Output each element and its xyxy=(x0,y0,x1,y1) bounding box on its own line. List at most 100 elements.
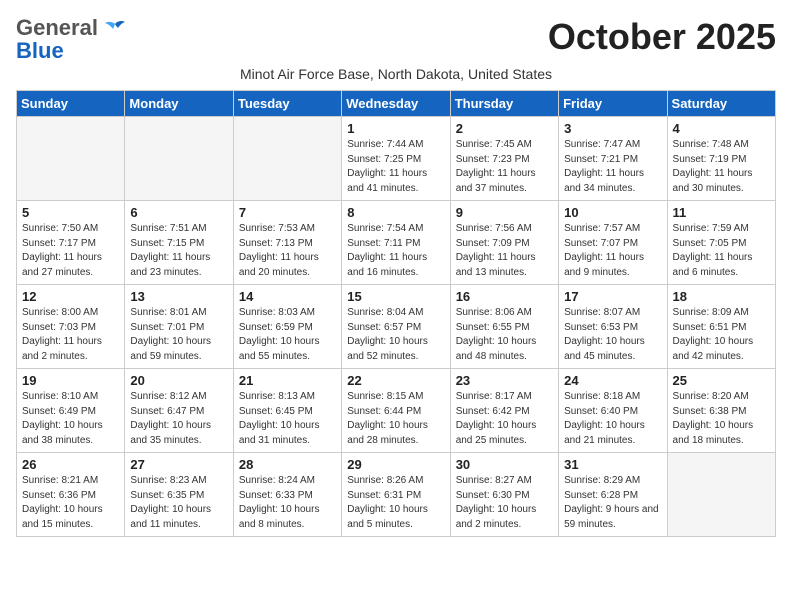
calendar-cell: 25 Sunrise: 8:20 AMSunset: 6:38 PMDayligh… xyxy=(667,369,775,453)
calendar-cell xyxy=(233,117,341,201)
logo-blue: Blue xyxy=(16,40,64,62)
day-number: 3 xyxy=(564,121,661,136)
day-number: 28 xyxy=(239,457,336,472)
calendar-cell: 1Sunrise: 7:44 AMSunset: 7:25 PMDaylight… xyxy=(342,117,450,201)
day-info: Sunrise: 8:10 AMSunset: 6:49 PMDaylight:… xyxy=(22,390,119,448)
calendar-cell: 30 Sunrise: 8:27 AMSunset: 6:30 PMDayligh… xyxy=(450,453,558,537)
day-number: 22 xyxy=(347,373,444,388)
calendar-cell: 14 Sunrise: 8:03 AMSunset: 6:59 PMDayligh… xyxy=(233,285,341,369)
day-number: 5 xyxy=(22,205,119,220)
day-number: 8 xyxy=(347,205,444,220)
day-number: 24 xyxy=(564,373,661,388)
day-number: 12 xyxy=(22,289,119,304)
day-number: 2 xyxy=(456,121,553,136)
calendar-week-row: 1Sunrise: 7:44 AMSunset: 7:25 PMDaylight… xyxy=(17,117,776,201)
calendar-cell: 6Sunrise: 7:51 AMSunset: 7:15 PMDaylight… xyxy=(125,201,233,285)
subtitle: Minot Air Force Base, North Dakota, Unit… xyxy=(16,66,776,82)
day-number: 11 xyxy=(673,205,770,220)
day-info: Sunrise: 8:18 AMSunset: 6:40 PMDaylight:… xyxy=(564,390,661,448)
day-info: Sunrise: 8:24 AMSunset: 6:33 PMDaylight:… xyxy=(239,474,336,532)
calendar-header-row: SundayMondayTuesdayWednesdayThursdayFrid… xyxy=(17,91,776,117)
calendar-cell: 13 Sunrise: 8:01 AMSunset: 7:01 PMDayligh… xyxy=(125,285,233,369)
day-info: Sunrise: 8:03 AMSunset: 6:59 PMDaylight:… xyxy=(239,306,336,364)
calendar-week-row: 5Sunrise: 7:50 AMSunset: 7:17 PMDaylight… xyxy=(17,201,776,285)
day-info: Sunrise: 8:01 AMSunset: 7:01 PMDaylight:… xyxy=(130,306,227,364)
day-info: Sunrise: 8:29 AMSunset: 6:28 PMDaylight:… xyxy=(564,474,661,532)
calendar-cell xyxy=(667,453,775,537)
day-number: 31 xyxy=(564,457,661,472)
calendar-cell: 27Sunrise: 8:23 AMSunset: 6:35 PMDayligh… xyxy=(125,453,233,537)
calendar-cell: 26 Sunrise: 8:21 AMSunset: 6:36 PMDayligh… xyxy=(17,453,125,537)
calendar-cell: 9 Sunrise: 7:56 AMSunset: 7:09 PMDaylight… xyxy=(450,201,558,285)
calendar-cell: 16Sunrise: 8:06 AMSunset: 6:55 PMDayligh… xyxy=(450,285,558,369)
weekday-header: Monday xyxy=(125,91,233,117)
day-info: Sunrise: 7:51 AMSunset: 7:15 PMDaylight:… xyxy=(130,222,227,280)
day-number: 9 xyxy=(456,205,553,220)
calendar-cell: 18 Sunrise: 8:09 AMSunset: 6:51 PMDayligh… xyxy=(667,285,775,369)
day-info: Sunrise: 7:56 AMSunset: 7:09 PMDaylight:… xyxy=(456,222,553,280)
day-number: 25 xyxy=(673,373,770,388)
day-number: 1 xyxy=(347,121,444,136)
day-info: Sunrise: 8:23 AMSunset: 6:35 PMDaylight:… xyxy=(130,474,227,532)
day-info: Sunrise: 8:00 AMSunset: 7:03 PMDaylight:… xyxy=(22,306,119,364)
logo: General Blue xyxy=(16,16,126,62)
day-info: Sunrise: 7:54 AMSunset: 7:11 PMDaylight:… xyxy=(347,222,444,280)
day-number: 17 xyxy=(564,289,661,304)
calendar-cell: 10 Sunrise: 7:57 AMSunset: 7:07 PMDayligh… xyxy=(559,201,667,285)
calendar-cell: 24 Sunrise: 8:18 AMSunset: 6:40 PMDayligh… xyxy=(559,369,667,453)
day-info: Sunrise: 7:59 AMSunset: 7:05 PMDaylight:… xyxy=(673,222,770,280)
day-number: 14 xyxy=(239,289,336,304)
calendar-cell: 15Sunrise: 8:04 AMSunset: 6:57 PMDayligh… xyxy=(342,285,450,369)
calendar-cell: 19 Sunrise: 8:10 AMSunset: 6:49 PMDayligh… xyxy=(17,369,125,453)
day-number: 10 xyxy=(564,205,661,220)
month-title: October 2025 xyxy=(548,16,776,58)
day-number: 26 xyxy=(22,457,119,472)
day-info: Sunrise: 8:26 AMSunset: 6:31 PMDaylight:… xyxy=(347,474,444,532)
day-number: 18 xyxy=(673,289,770,304)
logo-general: General xyxy=(16,15,98,40)
calendar-cell: 20Sunrise: 8:12 AMSunset: 6:47 PMDayligh… xyxy=(125,369,233,453)
day-info: Sunrise: 8:20 AMSunset: 6:38 PMDaylight:… xyxy=(673,390,770,448)
day-info: Sunrise: 8:09 AMSunset: 6:51 PMDaylight:… xyxy=(673,306,770,364)
weekday-header: Thursday xyxy=(450,91,558,117)
weekday-header: Saturday xyxy=(667,91,775,117)
calendar-cell: 21Sunrise: 8:13 AMSunset: 6:45 PMDayligh… xyxy=(233,369,341,453)
day-number: 21 xyxy=(239,373,336,388)
calendar-cell: 3Sunrise: 7:47 AMSunset: 7:21 PMDaylight… xyxy=(559,117,667,201)
calendar-cell: 23 Sunrise: 8:17 AMSunset: 6:42 PMDayligh… xyxy=(450,369,558,453)
day-info: Sunrise: 7:53 AMSunset: 7:13 PMDaylight:… xyxy=(239,222,336,280)
day-info: Sunrise: 8:15 AMSunset: 6:44 PMDaylight:… xyxy=(347,390,444,448)
calendar-cell: 31 Sunrise: 8:29 AMSunset: 6:28 PMDayligh… xyxy=(559,453,667,537)
day-info: Sunrise: 7:57 AMSunset: 7:07 PMDaylight:… xyxy=(564,222,661,280)
day-info: Sunrise: 8:07 AMSunset: 6:53 PMDaylight:… xyxy=(564,306,661,364)
day-info: Sunrise: 7:48 AMSunset: 7:19 PMDaylight:… xyxy=(673,138,770,196)
page-header: General Blue October 2025 xyxy=(16,16,776,62)
calendar-cell: 29Sunrise: 8:26 AMSunset: 6:31 PMDayligh… xyxy=(342,453,450,537)
day-info: Sunrise: 8:17 AMSunset: 6:42 PMDaylight:… xyxy=(456,390,553,448)
calendar-table: SundayMondayTuesdayWednesdayThursdayFrid… xyxy=(16,90,776,537)
day-number: 20 xyxy=(130,373,227,388)
day-info: Sunrise: 8:27 AMSunset: 6:30 PMDaylight:… xyxy=(456,474,553,532)
day-number: 4 xyxy=(673,121,770,136)
calendar-cell xyxy=(17,117,125,201)
day-number: 30 xyxy=(456,457,553,472)
day-number: 16 xyxy=(456,289,553,304)
calendar-week-row: 26 Sunrise: 8:21 AMSunset: 6:36 PMDayligh… xyxy=(17,453,776,537)
calendar-cell: 8 Sunrise: 7:54 AMSunset: 7:11 PMDaylight… xyxy=(342,201,450,285)
calendar-cell: 12 Sunrise: 8:00 AMSunset: 7:03 PMDayligh… xyxy=(17,285,125,369)
calendar-cell xyxy=(125,117,233,201)
calendar-cell: 2 Sunrise: 7:45 AMSunset: 7:23 PMDaylight… xyxy=(450,117,558,201)
day-info: Sunrise: 7:45 AMSunset: 7:23 PMDaylight:… xyxy=(456,138,553,196)
logo-bird-icon xyxy=(104,20,126,38)
calendar-cell: 7Sunrise: 7:53 AMSunset: 7:13 PMDaylight… xyxy=(233,201,341,285)
day-number: 19 xyxy=(22,373,119,388)
day-info: Sunrise: 8:21 AMSunset: 6:36 PMDaylight:… xyxy=(22,474,119,532)
weekday-header: Friday xyxy=(559,91,667,117)
calendar-week-row: 19 Sunrise: 8:10 AMSunset: 6:49 PMDayligh… xyxy=(17,369,776,453)
weekday-header: Tuesday xyxy=(233,91,341,117)
day-number: 13 xyxy=(130,289,227,304)
weekday-header: Sunday xyxy=(17,91,125,117)
calendar-cell: 4 Sunrise: 7:48 AMSunset: 7:19 PMDaylight… xyxy=(667,117,775,201)
day-number: 23 xyxy=(456,373,553,388)
day-number: 15 xyxy=(347,289,444,304)
